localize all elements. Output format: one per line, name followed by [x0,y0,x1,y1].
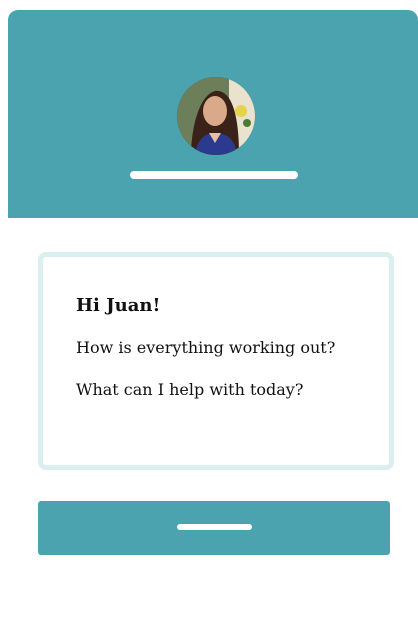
message-line-1: How is everything working out? [76,338,336,357]
message-bubble: Hi Juan! How is everything working out? … [38,252,394,470]
action-button[interactable] [38,501,390,555]
chat-header [8,10,418,218]
greeting-text: Hi Juan! [76,295,161,316]
chat-card: Hi Juan! How is everything working out? … [8,10,418,629]
button-label-placeholder [177,524,252,530]
agent-avatar [177,77,255,155]
header-title-placeholder [130,171,298,179]
message-line-2: What can I help with today? [76,380,304,399]
person-avatar-icon [177,77,255,155]
